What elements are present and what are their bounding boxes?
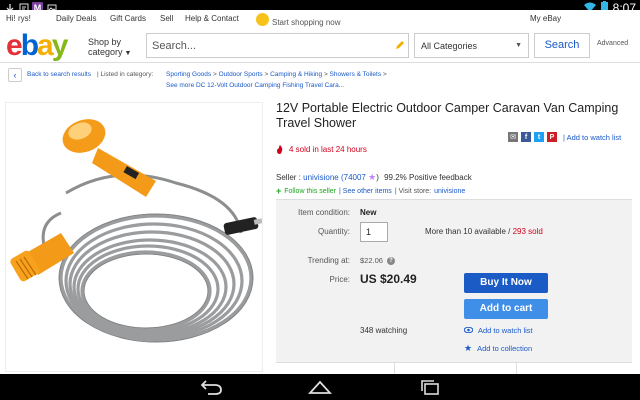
chevron-down-icon: ▼ xyxy=(124,50,132,57)
sold-text: 4 sold in last 24 hours xyxy=(289,145,367,154)
promo-banner[interactable]: Start shopping now xyxy=(256,11,341,27)
twitter-icon[interactable]: t xyxy=(534,132,544,142)
feedback-percent: 99.2% Positive feedback xyxy=(384,173,472,182)
sold-count-link[interactable]: 293 sold xyxy=(513,227,543,236)
add-to-cart-button[interactable]: Add to cart xyxy=(464,299,548,319)
follow-seller-link[interactable]: Follow this seller xyxy=(284,188,336,195)
screen: M 8:07 Hi! rys! Daily Deals Gift Cards S… xyxy=(0,0,640,400)
crumb-separator: > xyxy=(382,71,387,78)
navigation-bar xyxy=(0,374,640,400)
store-link[interactable]: univisione xyxy=(434,188,465,195)
fire-icon xyxy=(277,145,283,154)
sell-link[interactable]: Sell xyxy=(160,14,173,23)
trending-label: Trending at: xyxy=(307,256,350,265)
facebook-icon[interactable]: f xyxy=(521,132,531,142)
share-bar: ✉ f t P | Add to watch list xyxy=(508,132,621,142)
site-header: ebay Shop by category▼ All Categories ▼ … xyxy=(0,27,640,63)
search-box xyxy=(146,33,409,58)
logo-letter-y: y xyxy=(51,29,69,62)
help-icon[interactable]: ? xyxy=(386,256,395,265)
advanced-search-link[interactable]: Advanced xyxy=(597,40,628,47)
category-select-value: All Categories xyxy=(421,41,478,51)
seller-name-link[interactable]: univisione xyxy=(303,173,339,182)
crumb-outdoor-sports[interactable]: Outdoor Sports xyxy=(219,71,263,78)
crumb-sporting-goods[interactable]: Sporting Goods xyxy=(166,71,211,78)
shop-by-category[interactable]: Shop by category ▼ xyxy=(88,37,131,59)
dropdown-arrow-icon: ▼ xyxy=(515,42,522,49)
star-icon: ★ xyxy=(368,172,377,182)
price-label: Price: xyxy=(329,275,350,284)
greeting[interactable]: Hi! rys! xyxy=(6,14,31,23)
trending-price: $22.06 ? xyxy=(360,256,395,265)
category-select[interactable]: All Categories ▼ xyxy=(414,33,529,58)
available-text: More than 10 available / xyxy=(425,227,513,236)
add-to-watch-list-link[interactable]: | Add to watch list xyxy=(563,133,621,142)
see-more-link[interactable]: See more DC 12-Volt Outdoor Camping Fish… xyxy=(166,82,344,89)
promo-icon xyxy=(256,12,269,26)
pencil-icon[interactable] xyxy=(395,40,405,50)
quantity-input[interactable]: 1 xyxy=(360,222,388,242)
crumb-showers-toilets[interactable]: Showers & Toilets xyxy=(330,71,382,78)
trending-value: $22.06 xyxy=(360,256,383,265)
home-icon[interactable] xyxy=(308,379,332,395)
purchase-panel: Item condition: New Quantity: 1 More tha… xyxy=(276,199,632,376)
visit-store-label: | Visit store: xyxy=(394,187,432,195)
add-to-collection-link[interactable]: ★ Add to collection xyxy=(464,343,532,354)
add-to-collection-label: Add to collection xyxy=(477,344,533,353)
seller-info: Seller : univisione (74007 ★) 99.2% Posi… xyxy=(276,172,472,183)
product-image[interactable] xyxy=(5,102,263,372)
top-links-strip: Hi! rys! Daily Deals Gift Cards Sell Hel… xyxy=(0,10,640,27)
shower-product-picture xyxy=(10,119,263,343)
logo-letter-b: b xyxy=(20,29,39,62)
ebay-logo[interactable]: ebay xyxy=(6,29,69,63)
seller-score[interactable]: (74007 xyxy=(341,173,366,182)
crumb-separator: > xyxy=(323,71,328,78)
buy-it-now-button[interactable]: Buy It Now xyxy=(464,273,548,293)
recents-icon[interactable] xyxy=(418,379,442,395)
search-input[interactable] xyxy=(147,34,387,57)
seller-score-close: ) xyxy=(376,173,379,182)
product-title: 12V Portable Electric Outdoor Camper Car… xyxy=(276,101,619,130)
back-icon[interactable] xyxy=(199,379,223,395)
condition-label: Item condition: xyxy=(297,208,350,217)
eye-icon xyxy=(463,326,474,335)
daily-deals-link[interactable]: Daily Deals xyxy=(56,14,96,23)
back-arrow-icon[interactable]: ‹ xyxy=(8,68,22,82)
gift-cards-link[interactable]: Gift Cards xyxy=(110,14,146,23)
logo-letter-e: e xyxy=(6,29,23,62)
shop-by-label: Shop by xyxy=(88,37,122,47)
seller-actions: + Follow this seller | See other items |… xyxy=(276,186,465,196)
panel-add-to-watch-list[interactable]: Add to watch list xyxy=(463,326,533,335)
back-to-results-link[interactable]: Back to search results xyxy=(27,71,91,78)
search-button[interactable]: Search xyxy=(534,33,590,58)
add-to-watch-label: Add to watch list xyxy=(478,326,533,335)
seller-label: Seller : xyxy=(276,173,301,182)
promo-text: Start shopping now xyxy=(272,18,341,27)
help-contact-link[interactable]: Help & Contact xyxy=(185,14,239,23)
my-ebay-link[interactable]: My eBay xyxy=(530,14,561,23)
sold-recently-notice: 4 sold in last 24 hours xyxy=(276,145,367,154)
crumb-separator: > xyxy=(264,71,269,78)
collection-star-icon: ★ xyxy=(464,343,473,353)
crumb-camping-hiking[interactable]: Camping & Hiking xyxy=(270,71,322,78)
watching-count: 348 watching xyxy=(360,326,408,335)
see-other-items-link[interactable]: | See other items xyxy=(339,188,392,195)
breadcrumb: ‹ Back to search results | Listed in cat… xyxy=(0,63,640,93)
price-value: US $20.49 xyxy=(360,272,417,286)
category-label: category xyxy=(88,47,123,57)
listed-in-label: | Listed in category: xyxy=(97,71,154,78)
condition-value: New xyxy=(360,208,377,217)
logo-letter-a: a xyxy=(37,29,54,62)
crumb-separator: > xyxy=(212,71,217,78)
quantity-label: Quantity: xyxy=(317,227,350,236)
pinterest-icon[interactable]: P xyxy=(547,132,557,142)
email-icon[interactable]: ✉ xyxy=(508,132,518,142)
category-path: Sporting Goods > Outdoor Sports > Campin… xyxy=(166,71,387,78)
availability: More than 10 available / 293 sold xyxy=(425,227,543,236)
plus-icon[interactable]: + xyxy=(276,186,281,196)
